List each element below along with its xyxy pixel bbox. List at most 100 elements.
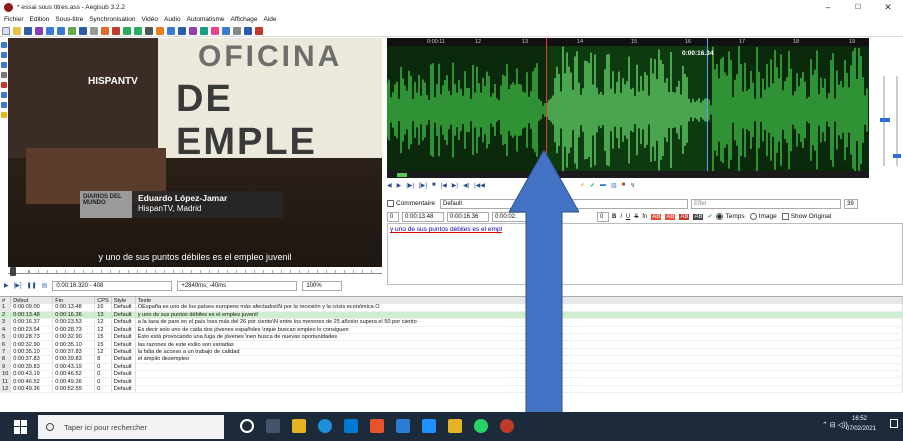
shadow-color-button[interactable]: AB — [693, 213, 704, 220]
replace-icon[interactable] — [134, 26, 142, 35]
seek-knob[interactable] — [10, 267, 16, 276]
comment-checkbox[interactable] — [387, 200, 394, 207]
play-line-icon[interactable]: [▶] — [14, 282, 22, 289]
whatsapp-icon[interactable] — [474, 419, 488, 433]
margin-left-field[interactable]: 0 — [597, 211, 609, 222]
secondary-color-button[interactable]: AB — [665, 213, 676, 220]
table-row[interactable]: 9 0:00:39.83 0:00:43.19 0 Default — [0, 363, 903, 372]
menu-video[interactable]: Vidéo — [141, 16, 158, 23]
open-audio-icon[interactable] — [46, 26, 54, 35]
start-time-field[interactable]: 0:00:13.48 — [402, 211, 444, 222]
table-row[interactable]: 3 0:00:16.37 0:00:23.53 12 Default a la tasa … — [0, 318, 903, 327]
prev-line-icon[interactable]: ◀ — [387, 182, 392, 189]
taskbar-search[interactable]: Taper ici pour rechercher — [38, 415, 224, 439]
outline-color-button[interactable]: AB — [679, 213, 690, 220]
automation-icon[interactable] — [90, 26, 98, 35]
task-view-icon[interactable] — [266, 419, 280, 433]
photos-icon[interactable] — [422, 419, 436, 433]
pause-icon[interactable]: ❚❚ — [27, 282, 37, 289]
karaoke-icon[interactable]: ✔ — [580, 182, 585, 189]
move-tool-icon[interactable] — [1, 52, 7, 58]
table-row[interactable]: 1 0:00:09.00 0:00:13.48 16 Default OEspaña es… — [0, 304, 903, 312]
table-row[interactable]: 10 0:00:43.19 0:00:46.52 0 Default — [0, 370, 903, 379]
menu-sous-titre[interactable]: Sous-titre — [55, 16, 83, 23]
col-start[interactable]: Début — [10, 297, 54, 304]
menu-aide[interactable]: Aide — [264, 16, 277, 23]
open-video-icon[interactable] — [35, 26, 43, 35]
italic-button[interactable]: I — [620, 214, 622, 220]
table-row[interactable]: 8 0:00:37.83 0:00:39.83 8 Default el ampilo d… — [0, 355, 903, 364]
layer-field[interactable]: 0 — [387, 211, 399, 222]
vector-clip-icon[interactable] — [1, 102, 7, 108]
auto-commit-icon[interactable]: ■ — [622, 182, 626, 188]
table-row[interactable]: 6 0:00:32.90 0:00:35.10 15 Default las razone… — [0, 340, 903, 349]
hint-icon[interactable] — [1, 112, 7, 118]
end-time-field[interactable]: 0:00:16.36 — [447, 211, 489, 222]
table-row[interactable]: 7 0:00:35.10 0:00:37.83 12 Default la falta d… — [0, 348, 903, 357]
table-row[interactable]: 5 0:00:28.73 0:00:32.90 15 Default Esto está … — [0, 333, 903, 342]
commit-check-icon[interactable]: ✔ — [707, 213, 712, 220]
col-style[interactable]: Style — [111, 297, 136, 304]
primary-color-button[interactable]: AB — [651, 213, 662, 220]
effect-field[interactable]: Effet — [691, 198, 842, 209]
waveform-scrollbar[interactable] — [387, 171, 869, 178]
grid-tag-icon[interactable] — [244, 26, 252, 35]
scale-tool-icon[interactable] — [1, 82, 7, 88]
file-explorer-icon[interactable] — [292, 419, 306, 433]
play-line-audio-icon[interactable]: [▶] — [419, 182, 427, 189]
kanji-icon[interactable] — [189, 26, 197, 35]
video-frame-field[interactable]: 0:00:16.320 - 408 — [52, 280, 173, 291]
clip-tool-icon[interactable] — [1, 92, 7, 98]
new-file-icon[interactable] — [2, 26, 10, 35]
play-end-icon[interactable]: |◀◀ — [474, 182, 485, 189]
audio-waveform[interactable]: 0:00:11 12 13 14 15 16 17 18 19 0:00:16.… — [387, 38, 869, 178]
maximize-button[interactable]: ☐ — [843, 0, 873, 14]
office-icon[interactable] — [370, 419, 384, 433]
options-icon[interactable] — [222, 26, 230, 35]
menu-edition[interactable]: Edition — [30, 16, 50, 23]
drag-tool-icon[interactable] — [1, 42, 7, 48]
table-row[interactable]: 2 0:00:13.48 0:00:16.36 13 Default y uno de s… — [0, 311, 903, 320]
timing-icon[interactable] — [178, 26, 186, 35]
windows-start-icon[interactable] — [14, 419, 28, 434]
video-seek-slider[interactable] — [8, 267, 382, 277]
rotate-z-icon[interactable] — [1, 62, 7, 68]
save-icon[interactable] — [24, 26, 32, 35]
menu-automatisme[interactable]: Automatisme — [187, 16, 225, 23]
subtitle-grid[interactable]: # Début Fin CPS Style Texte 1 0:00:09.00 0… — [0, 296, 903, 412]
selection-end-marker[interactable] — [707, 38, 708, 178]
aegisub-taskbar-icon[interactable] — [500, 419, 514, 433]
autoscroll-icon[interactable]: ▤ — [42, 282, 48, 289]
show-original-checkbox[interactable] — [781, 213, 789, 220]
play-icon[interactable]: ▶ — [4, 282, 9, 289]
notifications-icon[interactable] — [890, 419, 898, 428]
autoscroll-audio-icon[interactable]: ▬ — [600, 182, 606, 188]
play-after-icon[interactable]: ▶| — [452, 182, 458, 189]
scroll-thumb[interactable] — [397, 173, 407, 177]
tray-icons[interactable]: ⌃ ⊟ ◁)) — [822, 421, 848, 429]
resample-icon[interactable] — [200, 26, 208, 35]
close-button[interactable]: ✕ — [873, 0, 903, 14]
mail-icon[interactable] — [396, 419, 410, 433]
commit-icon[interactable]: ✔ — [590, 182, 595, 189]
video-zoom-icon[interactable] — [101, 26, 109, 35]
macro-icon[interactable] — [255, 26, 263, 35]
lock-icon[interactable] — [233, 26, 241, 35]
zoom-select[interactable]: 100% — [302, 280, 343, 291]
subtitle-text-editor[interactable]: y uno de sus puntos débiles es el empl — [387, 223, 903, 285]
video-display[interactable]: OFICINA DE EMPLE HISPANTV DIARIOS DEL MU… — [8, 38, 382, 267]
col-end[interactable]: Fin — [52, 297, 96, 304]
font-button[interactable]: fn — [642, 214, 647, 220]
play-start-icon[interactable]: ◀| — [463, 182, 469, 189]
image-radio[interactable] — [749, 213, 757, 220]
attachments-icon[interactable] — [68, 26, 76, 35]
edge-icon[interactable] — [318, 419, 332, 433]
col-number[interactable]: # — [0, 297, 12, 304]
play-before-icon[interactable]: |◀ — [441, 182, 447, 189]
table-row[interactable]: 11 0:00:46.52 0:00:49.36 0 Default — [0, 377, 903, 386]
bold-button[interactable]: B — [612, 214, 616, 220]
open-file-icon[interactable] — [13, 26, 21, 35]
margin-right-field[interactable]: 39 — [844, 198, 859, 209]
underline-button[interactable]: U — [626, 214, 630, 220]
menu-affichage[interactable]: Affichage — [231, 16, 258, 23]
